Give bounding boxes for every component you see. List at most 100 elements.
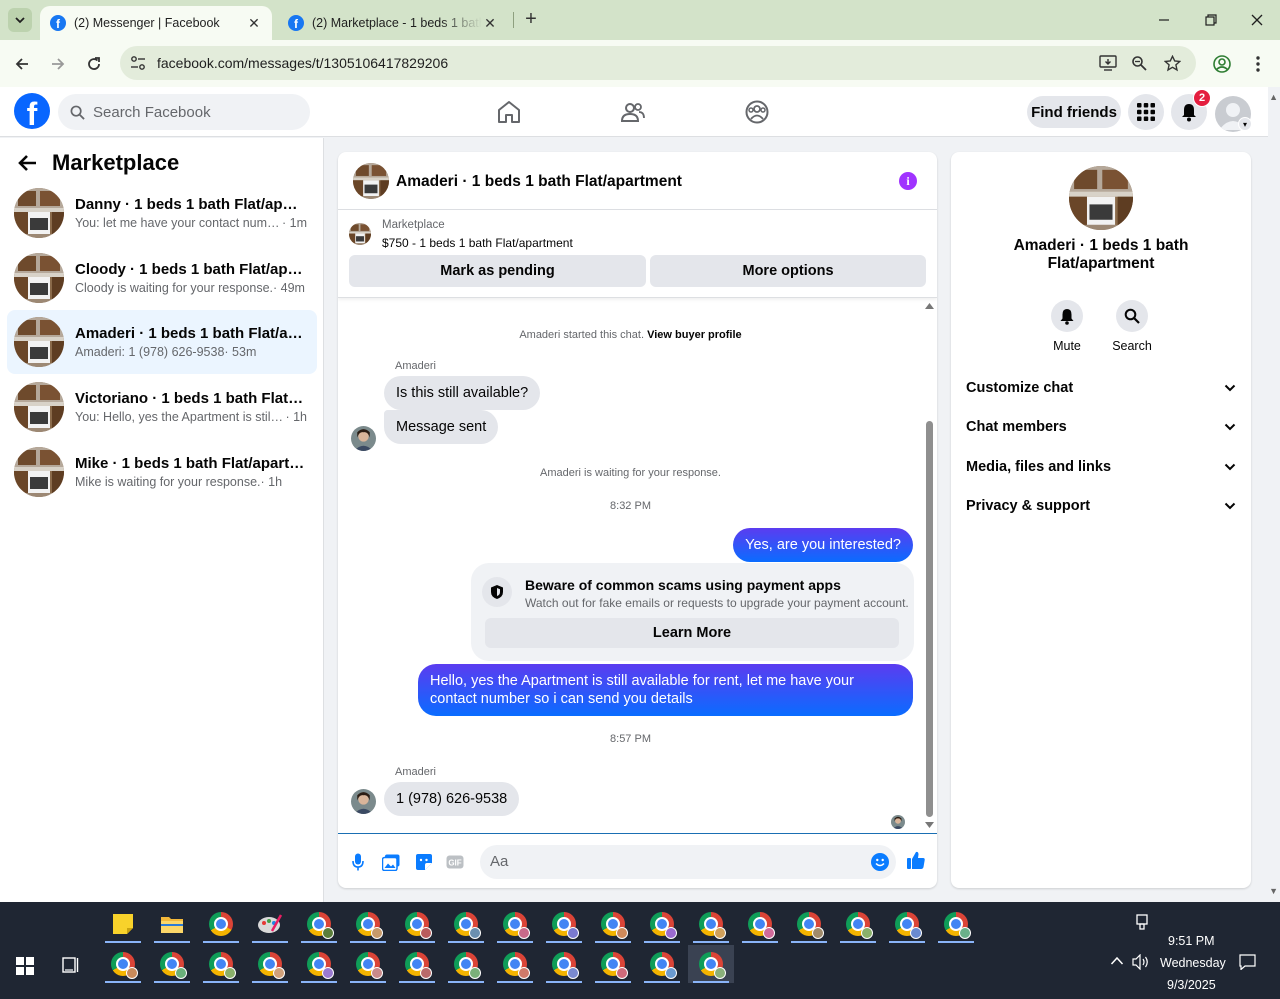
outgoing-message[interactable]: Hello, yes the Apartment is still availa… [418, 664, 913, 716]
show-hidden-icons-chevron-icon[interactable] [1110, 956, 1124, 966]
restore-button[interactable] [1188, 0, 1234, 40]
chrome-profile-app[interactable] [296, 945, 342, 983]
page-scroll-down-icon[interactable]: ▼ [1269, 886, 1278, 896]
chrome-profile-app[interactable] [786, 905, 832, 943]
section-media-files-links[interactable]: Media, files and links [966, 455, 1236, 479]
profile-icon[interactable] [1211, 53, 1233, 75]
task-view-icon[interactable] [62, 956, 80, 974]
view-buyer-profile-link[interactable]: View buyer profile [647, 329, 742, 341]
sticker-icon[interactable] [414, 852, 434, 872]
chrome-profile-app[interactable] [247, 945, 293, 983]
facebook-search[interactable] [58, 94, 310, 130]
info-icon[interactable]: i [899, 172, 917, 190]
friends-icon[interactable] [620, 99, 646, 125]
like-thumbs-up-icon[interactable] [906, 850, 926, 870]
clock-date[interactable]: 9/3/2025 [1167, 978, 1216, 992]
search-action[interactable]: Search [1102, 300, 1162, 353]
learn-more-button[interactable]: Learn More [485, 618, 899, 648]
chrome-profile-app[interactable] [639, 905, 685, 943]
gif-icon[interactable]: GIF [445, 852, 465, 872]
chrome-profile-app[interactable] [492, 905, 538, 943]
chrome-profile-app[interactable] [443, 905, 489, 943]
chrome-profile-app[interactable] [541, 905, 587, 943]
message-scrollbar[interactable] [923, 299, 936, 833]
chrome-profile-app[interactable] [541, 945, 587, 983]
minimize-button[interactable] [1141, 0, 1187, 40]
conversation-item[interactable]: Mike · 1 beds 1 bath Flat/apartment Mike… [7, 440, 317, 504]
notification-center-icon[interactable] [1239, 954, 1256, 970]
chrome-profile-app[interactable] [149, 945, 195, 983]
facebook-logo-icon[interactable]: f [14, 93, 50, 129]
zoom-icon[interactable] [1129, 53, 1149, 73]
bookmark-star-icon[interactable] [1162, 53, 1182, 73]
install-app-icon[interactable] [1098, 53, 1118, 73]
windows-start-icon[interactable] [16, 957, 34, 975]
chevron-down-icon[interactable]: ▾ [1238, 117, 1252, 131]
more-options-button[interactable]: More options [650, 255, 926, 287]
mark-as-pending-button[interactable]: Mark as pending [349, 255, 646, 287]
chrome-profile-app[interactable] [394, 905, 440, 943]
chrome-profile-app[interactable] [884, 905, 930, 943]
groups-icon[interactable] [744, 99, 770, 125]
conversation-item[interactable]: Danny · 1 beds 1 bath Flat/apartment You… [7, 181, 317, 245]
chrome-profile-app[interactable] [345, 905, 391, 943]
search-icon[interactable] [1116, 300, 1148, 332]
paint-app[interactable] [247, 905, 293, 943]
close-tab-icon[interactable]: ✕ [246, 15, 262, 32]
chrome-profile-app[interactable] [835, 905, 881, 943]
chrome-profile-app[interactable] [345, 945, 391, 983]
chrome-app[interactable] [198, 905, 244, 943]
incoming-message[interactable]: Message sent [384, 410, 499, 444]
chat-title[interactable]: Amaderi · 1 beds 1 bath Flat/apartment [396, 173, 682, 191]
section-customize-chat[interactable]: Customize chat [966, 376, 1236, 400]
chrome-profile-app[interactable] [100, 945, 146, 983]
address-bar[interactable]: facebook.com/messages/t/1305106417829206 [120, 46, 1196, 80]
chrome-profile-app[interactable] [394, 945, 440, 983]
incoming-message[interactable]: Is this still available? [384, 376, 541, 410]
scroll-down-arrow-icon[interactable] [925, 822, 934, 828]
message-input[interactable] [490, 853, 850, 870]
emoji-icon[interactable] [871, 853, 889, 871]
tab-messenger[interactable]: f (2) Messenger | Facebook ✕ [40, 6, 272, 40]
clock-day[interactable]: Wednesday [1160, 956, 1226, 970]
scroll-up-arrow-icon[interactable] [925, 303, 934, 309]
conversation-item[interactable]: Cloody · 1 beds 1 bath Flat/apartment Cl… [7, 246, 317, 310]
chrome-profile-app[interactable] [933, 905, 979, 943]
find-friends-button[interactable]: Find friends [1027, 96, 1121, 128]
back-arrow-icon[interactable] [18, 153, 38, 173]
bell-icon[interactable] [1051, 300, 1083, 332]
conversation-item-selected[interactable]: Amaderi · 1 beds 1 bath Flat/apartment A… [7, 310, 317, 374]
incoming-message[interactable]: 1 (978) 626-9538 [384, 782, 520, 816]
outgoing-message[interactable]: Yes, are you interested? [733, 528, 913, 562]
chrome-profile-app[interactable] [198, 945, 244, 983]
close-window-button[interactable] [1234, 0, 1280, 40]
microphone-icon[interactable] [348, 852, 368, 872]
home-icon[interactable] [496, 99, 522, 125]
chrome-profile-app[interactable] [296, 905, 342, 943]
chrome-profile-app[interactable] [443, 945, 489, 983]
menu-button[interactable] [1128, 94, 1164, 130]
chrome-profile-app[interactable] [688, 905, 734, 943]
back-button[interactable] [8, 50, 36, 78]
mute-action[interactable]: Mute [1037, 300, 1097, 353]
chrome-profile-app[interactable] [737, 905, 783, 943]
file-explorer-app[interactable] [149, 905, 195, 943]
chrome-profile-app[interactable] [590, 905, 636, 943]
chrome-profile-app-active[interactable] [688, 945, 734, 983]
section-chat-members[interactable]: Chat members [966, 415, 1236, 439]
chrome-profile-app[interactable] [590, 945, 636, 983]
sticky-notes-app[interactable] [100, 905, 146, 943]
search-input[interactable] [93, 103, 293, 121]
chat-avatar[interactable] [353, 163, 389, 199]
listing-thumbnail[interactable] [349, 223, 371, 245]
tablet-mode-icon[interactable] [1135, 914, 1149, 930]
conversation-item[interactable]: Victoriano · 1 beds 1 bath Flat/apartmen… [7, 375, 317, 439]
forward-button[interactable] [44, 50, 72, 78]
chrome-profile-app[interactable] [639, 945, 685, 983]
close-tab-icon[interactable]: ✕ [482, 15, 498, 32]
tab-search-button[interactable] [8, 8, 32, 32]
volume-icon[interactable] [1132, 954, 1150, 970]
page-scroll-up-icon[interactable]: ▲ [1269, 92, 1278, 102]
clock-time[interactable]: 9:51 PM [1168, 934, 1215, 948]
reload-button[interactable] [80, 50, 108, 78]
